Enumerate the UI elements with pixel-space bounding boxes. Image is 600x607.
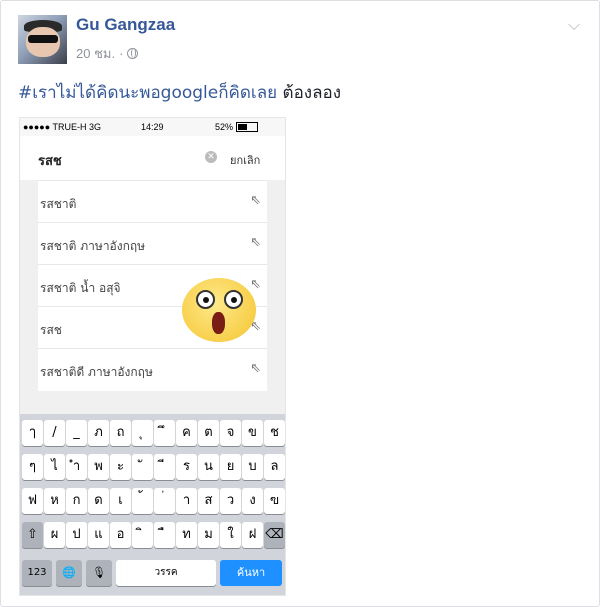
key[interactable]: ำ [66,454,87,480]
key[interactable]: ฝ [242,522,263,548]
key[interactable]: ๆ [22,454,43,480]
post-meta: 20 ชม. · [76,43,139,64]
key[interactable]: ม [198,522,219,548]
suggestion-item[interactable]: รสชาติดี ภาษาอังกฤษ ⇖ [38,348,267,391]
key[interactable]: ง [242,488,263,514]
shocked-face-emoji [182,278,256,342]
author-name[interactable]: Gu Gangzaa [76,15,175,35]
post-body: ต้องลอง [277,83,342,103]
suggestion-text: รสชาติ ภาษาอังกฤษ [40,239,146,253]
keyboard-row-2: ๆ ไ ำ พ ะ ั ี ร น ย บ ล [20,454,285,480]
key[interactable]: บ [242,454,263,480]
key[interactable]: ข [242,420,263,446]
cancel-button[interactable]: ยกเลิก [230,151,260,169]
suggestion-text: รสชาติดี ภาษาอังกฤษ [40,365,153,379]
arrow-up-left-icon[interactable]: ⇖ [250,361,261,376]
space-key[interactable]: วรรค [116,560,216,586]
numbers-key[interactable]: 123 [22,560,52,586]
suggestion-item[interactable]: รสชาติ ภาษาอังกฤษ ⇖ [38,222,267,265]
key[interactable]: ช [264,420,285,446]
emoji-right-eye [224,290,243,309]
suggestion-text: รสช [40,323,62,337]
search-panel: รสช ✕ ยกเลิก รสชาติ ⇖ รสชาติ ภาษาอังกฤษ … [20,136,285,414]
attached-screenshot[interactable]: ●●●●● TRUE-H 3G 14:29 52% รสช ✕ ยกเลิก ร… [19,117,286,596]
key[interactable]: เ [110,488,131,514]
post-card: Gu Gangzaa 20 ชม. · ⌵ #เราไม่ได้คิดนะพอg… [0,0,600,607]
arrow-up-left-icon[interactable]: ⇖ [250,235,261,250]
key[interactable]: ิ [132,522,153,548]
key[interactable]: _ [66,420,87,446]
arrow-up-left-icon[interactable]: ⇖ [250,277,261,292]
suggestion-text: รสชาติ [40,197,77,211]
post-time[interactable]: 20 ชม. [76,43,115,64]
keyboard-row-bottom: 123 🌐 🎙 วรรค ค้นหา [20,560,285,586]
thai-keyboard: ๅ / _ ภ ถ ุ ึ ค ต จ ข ช ๆ ไ ำ พ ะ ั ี [20,414,285,595]
key[interactable]: ด [88,488,109,514]
key[interactable]: ้ [132,488,153,514]
key[interactable]: ภ [88,420,109,446]
key[interactable]: ั [132,454,153,480]
suggestion-text: รสชาติ น้ำ อสุจิ [40,281,121,295]
key[interactable]: ผ [44,522,65,548]
clock: 14:29 [141,122,164,132]
shift-key[interactable]: ⇧ [22,522,43,548]
keyboard-row-3: ฟ ห ก ด เ ้ ่ า ส ว ง ฃ [20,488,285,514]
key[interactable]: ส [198,488,219,514]
post-text: #เราไม่ได้คิดนะพอgoogleก็คิดเลย ต้องลอง [18,79,341,106]
key[interactable]: ท [176,522,197,548]
key[interactable]: ๅ [22,420,43,446]
key[interactable]: ป [66,522,87,548]
key[interactable]: ค [176,420,197,446]
key[interactable]: ถ [110,420,131,446]
arrow-up-left-icon[interactable]: ⇖ [250,193,261,208]
key[interactable]: ะ [110,454,131,480]
key[interactable]: / [44,420,65,446]
globe-key-icon[interactable]: 🌐 [56,560,82,586]
keyboard-row-1: ๅ / _ ภ ถ ุ ึ ค ต จ ข ช [20,420,285,446]
globe-icon[interactable] [127,48,139,59]
key[interactable]: ื [154,522,175,548]
key[interactable]: ึ [154,420,175,446]
key[interactable]: อ [110,522,131,548]
battery-icon [236,122,259,132]
key[interactable]: แ [88,522,109,548]
key[interactable]: ใ [220,522,241,548]
status-bar: ●●●●● TRUE-H 3G 14:29 52% [20,118,285,136]
key[interactable]: ไ [44,454,65,480]
key[interactable]: า [176,488,197,514]
key[interactable]: ต [198,420,219,446]
battery-status: 52% [215,122,259,132]
suggestion-item[interactable]: รสชาติ ⇖ [38,180,267,223]
key[interactable]: ฟ [22,488,43,514]
key[interactable]: น [198,454,219,480]
key[interactable]: ห [44,488,65,514]
clear-icon[interactable]: ✕ [205,151,217,163]
emoji-left-eye [196,290,215,309]
keyboard-row-4: ⇧ ผ ป แ อ ิ ื ท ม ใ ฝ ⌫ [20,522,285,548]
key[interactable]: ก [66,488,87,514]
key[interactable]: ล [264,454,285,480]
key[interactable]: ร [176,454,197,480]
key[interactable]: ี [154,454,175,480]
search-query: รสช [38,154,62,169]
key[interactable]: จ [220,420,241,446]
meta-separator: · [119,46,124,61]
hashtag-link[interactable]: #เราไม่ได้คิดนะพอgoogleก็คิดเลย [18,83,277,103]
battery-percent: 52% [215,122,234,132]
carrier-label: ●●●●● TRUE-H 3G [23,122,102,132]
avatar-sunglasses [28,35,58,43]
backspace-key[interactable]: ⌫ [264,522,285,548]
key[interactable]: ย [220,454,241,480]
avatar[interactable] [18,15,67,64]
microphone-icon[interactable]: 🎙 [86,560,112,586]
search-key[interactable]: ค้นหา [220,560,282,586]
search-input[interactable]: รสช ✕ ยกเลิก [20,136,285,180]
key[interactable]: ฃ [264,488,285,514]
key[interactable]: พ [88,454,109,480]
emoji-mouth [212,312,225,334]
key[interactable]: ุ [132,420,153,446]
key[interactable]: ว [220,488,241,514]
chevron-down-icon[interactable]: ⌵ [568,15,582,34]
key[interactable]: ่ [154,488,175,514]
